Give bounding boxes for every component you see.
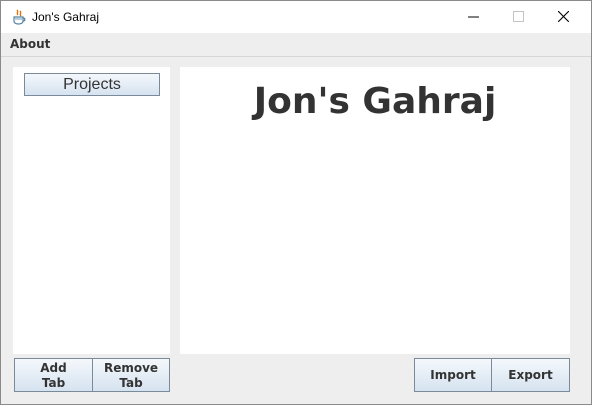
remove-tab-label-line1: Remove (103, 361, 159, 375)
close-icon (558, 11, 569, 22)
menu-about[interactable]: About (10, 37, 50, 52)
add-tab-label-line2: Tab (41, 376, 66, 390)
java-cup-icon (11, 9, 27, 25)
main-content-panel: Jon's Gahraj (180, 67, 570, 354)
projects-panel: Projects (13, 67, 170, 354)
add-tab-button[interactable]: Add Tab (14, 358, 93, 392)
maximize-button[interactable] (496, 1, 541, 33)
menu-bar: About (1, 33, 591, 57)
remove-tab-label-line2: Tab (119, 376, 143, 390)
projects-button[interactable]: Projects (24, 73, 160, 96)
close-button[interactable] (541, 1, 586, 33)
add-tab-label-line1: Add (40, 361, 67, 375)
app-window: Jon's Gahraj About Projects Jon's Gahraj… (0, 0, 592, 405)
window-title: Jon's Gahraj (32, 10, 99, 24)
export-button[interactable]: Export (491, 358, 570, 392)
title-bar[interactable]: Jon's Gahraj (1, 1, 591, 33)
minimize-icon (468, 16, 479, 18)
remove-tab-button[interactable]: Remove Tab (92, 358, 170, 392)
minimize-button[interactable] (451, 1, 496, 33)
page-title: Jon's Gahraj (253, 81, 497, 122)
maximize-icon (513, 11, 524, 22)
import-button[interactable]: Import (414, 358, 492, 392)
